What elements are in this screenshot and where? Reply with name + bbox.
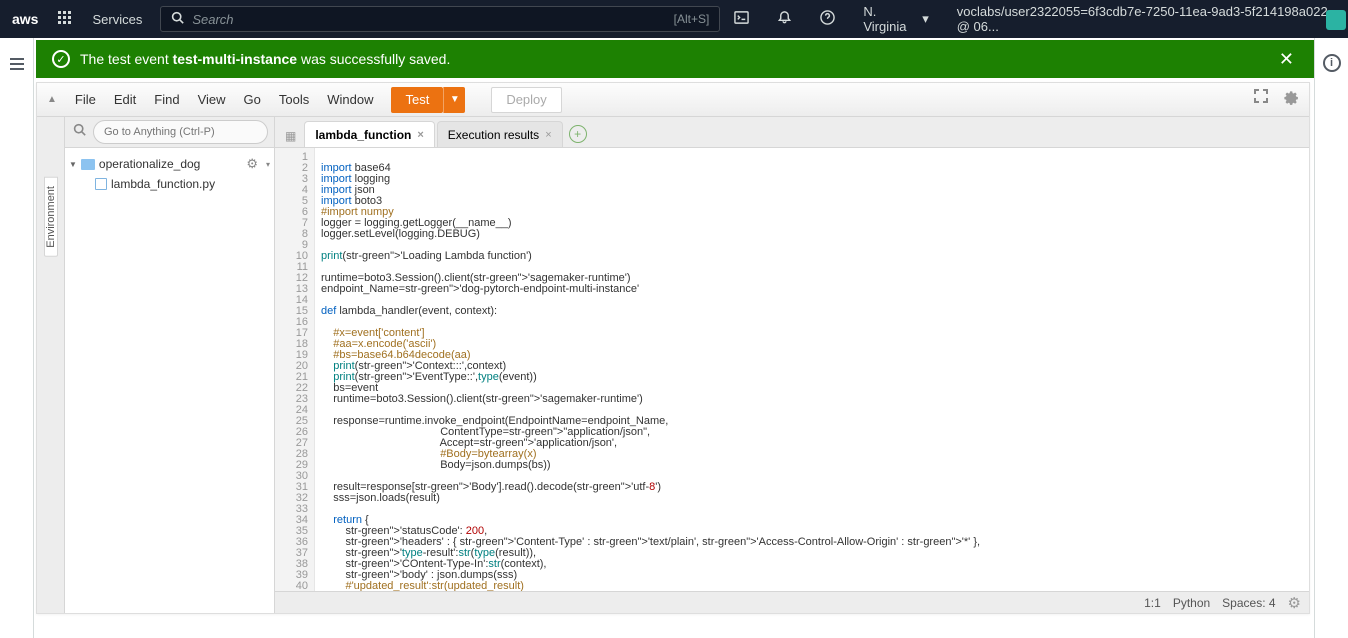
folder-label: operationalize_dog (99, 157, 200, 171)
side-nav-toggle[interactable] (0, 38, 34, 638)
services-menu[interactable]: Services (80, 12, 154, 27)
ide-left-rail: Environment (37, 117, 65, 613)
new-tab-button[interactable]: + (569, 125, 587, 143)
tab-close-icon[interactable]: × (545, 129, 551, 141)
extension-badge[interactable] (1326, 10, 1346, 30)
info-icon[interactable]: i (1323, 54, 1341, 72)
search-shortcut-hint: [Alt+S] (674, 12, 710, 26)
account-menu[interactable]: voclabs/user2322055=6f3cdb7e-7250-11ea-9… (943, 4, 1348, 34)
tree-root-folder[interactable]: ▼ operationalize_dog ⚙ ▾ (69, 154, 270, 174)
tab-label: lambda_function (315, 128, 411, 142)
folder-icon (81, 159, 95, 170)
indentation-setting[interactable]: Spaces: 4 (1222, 596, 1275, 610)
menu-find[interactable]: Find (154, 92, 179, 107)
ide-menubar: ▲ File Edit Find View Go Tools Window Te… (37, 83, 1309, 117)
chevron-down-icon: ▾ (922, 11, 929, 27)
banner-close-icon[interactable]: ✕ (1275, 49, 1298, 70)
search-icon (171, 11, 184, 27)
tree-file-item[interactable]: lambda_function.py (69, 174, 270, 194)
tab-label: Execution results (448, 128, 539, 142)
environment-tab[interactable]: Environment (44, 177, 58, 257)
tree-settings-gear-icon[interactable]: ⚙ (246, 156, 262, 172)
file-label: lambda_function.py (111, 177, 215, 191)
file-tree-panel: ▼ operationalize_dog ⚙ ▾ lambda_function… (65, 117, 275, 613)
deploy-button[interactable]: Deploy (491, 87, 561, 113)
main-content: ✓ The test event test-multi-instance was… (0, 38, 1314, 638)
menu-go[interactable]: Go (244, 92, 261, 107)
collapse-ide-icon[interactable]: ▲ (47, 94, 57, 105)
goto-anything-input[interactable] (93, 120, 268, 144)
menu-window[interactable]: Window (327, 92, 373, 107)
menu-file[interactable]: File (75, 92, 96, 107)
menu-edit[interactable]: Edit (114, 92, 136, 107)
cloudshell-icon[interactable] (720, 10, 763, 29)
aws-top-nav: aws Services Search [Alt+S] N. Virginia … (0, 0, 1348, 38)
ide-settings-gear-icon[interactable] (1281, 88, 1299, 111)
tab-execution-results[interactable]: Execution results × (437, 121, 563, 147)
language-mode[interactable]: Python (1173, 596, 1210, 610)
editor-statusbar: 1:1 Python Spaces: 4 ⚙ (275, 591, 1309, 613)
goto-search-icon[interactable] (65, 123, 93, 141)
code-editor[interactable]: 1234567891011121314151617181920212223242… (275, 148, 1309, 591)
success-check-icon: ✓ (52, 50, 70, 68)
success-banner: ✓ The test event test-multi-instance was… (36, 40, 1314, 78)
file-icon (95, 178, 107, 190)
tab-close-icon[interactable]: × (417, 129, 423, 141)
banner-message: The test event test-multi-instance was s… (80, 51, 1275, 67)
notifications-icon[interactable] (763, 10, 806, 29)
right-info-rail: i (1314, 38, 1348, 638)
services-grid-icon[interactable] (50, 11, 80, 28)
global-search[interactable]: Search [Alt+S] (160, 6, 720, 32)
status-gear-icon[interactable]: ⚙ (1288, 594, 1301, 612)
folder-collapse-icon[interactable]: ▼ (69, 160, 77, 169)
region-label: N. Virginia (863, 4, 916, 34)
code-content[interactable]: import base64import loggingimport jsonim… (315, 148, 1309, 591)
search-placeholder: Search (192, 12, 673, 27)
cursor-position[interactable]: 1:1 (1144, 596, 1161, 610)
tab-list-icon[interactable]: ▦ (279, 129, 302, 147)
help-icon[interactable] (806, 10, 849, 29)
menu-view[interactable]: View (198, 92, 226, 107)
aws-logo[interactable]: aws (0, 11, 50, 27)
tab-lambda-function[interactable]: lambda_function × (304, 121, 434, 147)
test-dropdown-button[interactable]: ▼ (443, 87, 465, 113)
line-number-gutter: 1234567891011121314151617181920212223242… (275, 148, 315, 591)
tree-menu-chevron-icon[interactable]: ▾ (266, 160, 270, 169)
region-selector[interactable]: N. Virginia ▾ (849, 4, 942, 34)
fullscreen-icon[interactable] (1253, 88, 1269, 111)
editor-tabs: ▦ lambda_function × Execution results × … (275, 117, 1309, 148)
editor-pane: ▦ lambda_function × Execution results × … (275, 117, 1309, 613)
code-editor-ide: ▲ File Edit Find View Go Tools Window Te… (36, 82, 1310, 614)
menu-tools[interactable]: Tools (279, 92, 309, 107)
test-button[interactable]: Test (391, 87, 443, 113)
